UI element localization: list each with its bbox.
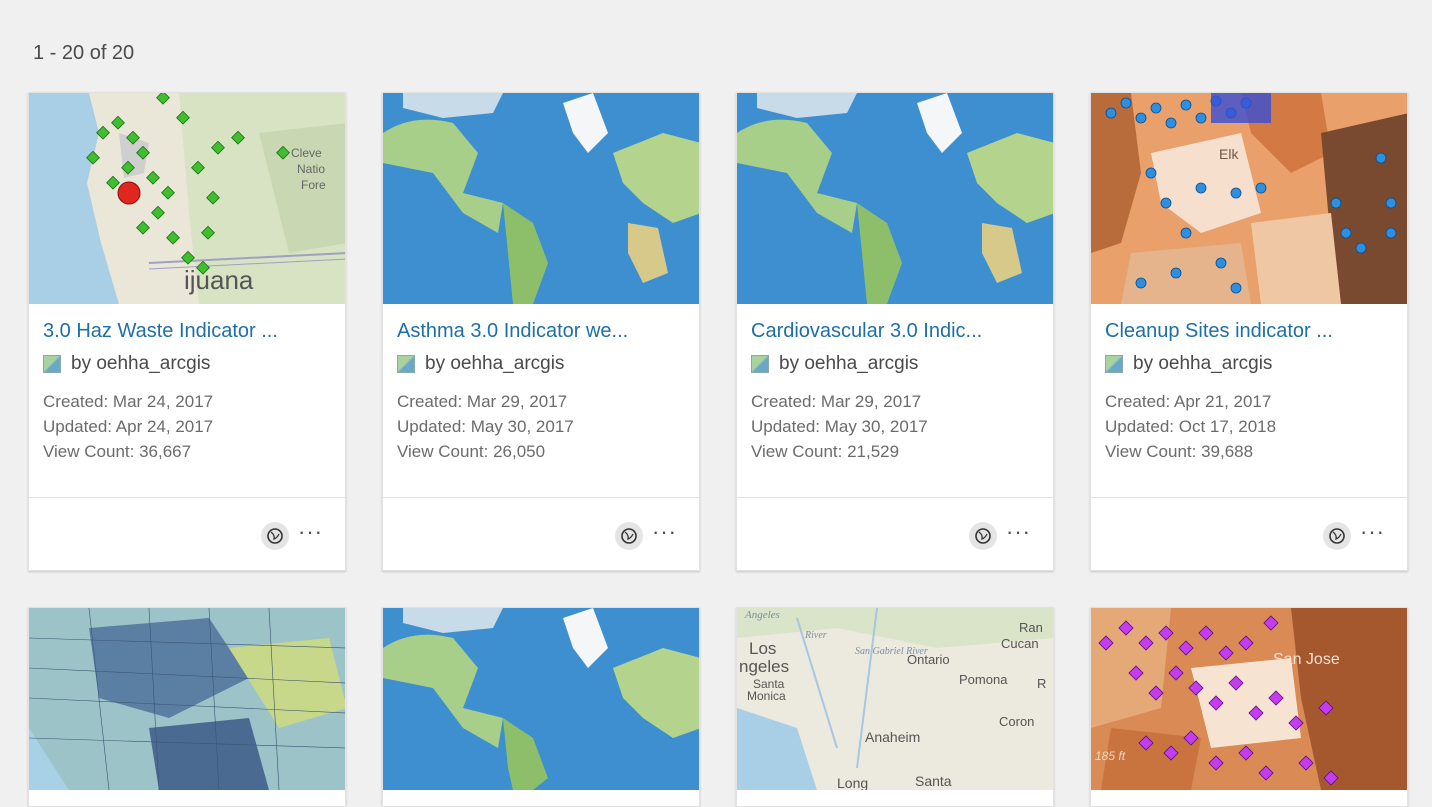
item-card — [28, 607, 346, 807]
web-map-icon[interactable] — [1323, 522, 1351, 550]
item-owner[interactable]: by oehha_arcgis — [779, 353, 918, 375]
item-thumbnail[interactable] — [383, 608, 699, 790]
updated-date: Updated: May 30, 2017 — [397, 417, 574, 436]
map-thumbnail-icon — [43, 355, 61, 373]
item-card: San Jose 185 ft — [1090, 607, 1408, 807]
created-date: Created: Mar 29, 2017 — [397, 392, 568, 411]
updated-date: Updated: Apr 24, 2017 — [43, 417, 214, 436]
item-thumbnail[interactable]: Elk — [1091, 93, 1407, 304]
thumb-label-angeles: Angeles — [744, 609, 780, 621]
more-options-icon[interactable]: ··· — [652, 520, 677, 544]
thumb-label-ngeles: ngeles — [739, 657, 789, 676]
web-map-icon[interactable] — [615, 522, 643, 550]
created-date: Created: Mar 24, 2017 — [43, 392, 214, 411]
thumb-label-monica: Monica — [747, 689, 786, 703]
item-thumbnail[interactable]: ijuana Cleve Natio Fore — [29, 93, 345, 304]
created-date: Created: Mar 29, 2017 — [751, 392, 922, 411]
thumb-label-elevation: 185 ft — [1095, 749, 1126, 763]
more-options-icon[interactable]: ··· — [1006, 520, 1031, 544]
item-thumbnail[interactable] — [737, 93, 1053, 304]
thumb-label-forest: Fore — [301, 178, 326, 192]
item-title[interactable]: Cleanup Sites indicator ... — [1105, 318, 1393, 344]
thumb-label-san-jose: San Jose — [1273, 651, 1340, 668]
view-count: View Count: 39,688 — [1105, 442, 1254, 461]
result-count: 1 - 20 of 20 — [33, 42, 135, 64]
item-card: Angeles River San Gabriel River Los ngel… — [736, 607, 1054, 807]
updated-date: Updated: Oct 17, 2018 — [1105, 417, 1277, 436]
item-title[interactable]: 3.0 Haz Waste Indicator ... — [43, 318, 331, 344]
thumb-label-coron: Coron — [999, 714, 1034, 729]
created-date: Created: Apr 21, 2017 — [1105, 392, 1272, 411]
thumb-label-ontario: Ontario — [907, 652, 950, 667]
view-count: View Count: 36,667 — [43, 442, 192, 461]
thumb-label-river: River — [804, 630, 827, 641]
item-card: Asthma 3.0 Indicator we... by oehha_arcg… — [382, 92, 700, 571]
map-thumbnail-icon — [397, 355, 415, 373]
item-owner[interactable]: by oehha_arcgis — [71, 353, 210, 375]
item-card: ijuana Cleve Natio Fore 3.0 Haz Waste In… — [28, 92, 346, 571]
item-card: Elk Cleanup Sites indicator ... by oehha… — [1090, 92, 1408, 571]
more-options-icon[interactable]: ··· — [1360, 520, 1385, 544]
map-thumbnail-icon — [751, 355, 769, 373]
item-owner[interactable]: by oehha_arcgis — [425, 353, 564, 375]
thumb-label-ran: Ran — [1019, 620, 1043, 635]
item-thumbnail[interactable]: Angeles River San Gabriel River Los ngel… — [737, 608, 1053, 790]
item-title[interactable]: Asthma 3.0 Indicator we... — [397, 318, 685, 344]
item-card — [382, 607, 700, 807]
item-thumbnail[interactable]: San Jose 185 ft — [1091, 608, 1407, 790]
view-count: View Count: 21,529 — [751, 442, 900, 461]
item-owner[interactable]: by oehha_arcgis — [1133, 353, 1272, 375]
thumb-label-los: Los — [749, 639, 776, 658]
thumb-label-national: Natio — [297, 162, 325, 176]
item-thumbnail[interactable] — [29, 608, 345, 790]
thumb-label-tijuana: ijuana — [184, 265, 254, 295]
view-count: View Count: 26,050 — [397, 442, 546, 461]
thumb-label-pomona: Pomona — [959, 672, 1008, 687]
thumb-label-cucan: Cucan — [1001, 636, 1039, 651]
thumb-label-r: R — [1037, 676, 1046, 691]
updated-date: Updated: May 30, 2017 — [751, 417, 928, 436]
thumb-label-santa-ana: Santa — [915, 773, 952, 789]
more-options-icon[interactable]: ··· — [298, 520, 323, 544]
thumb-label-elk: Elk — [1219, 146, 1239, 162]
thumb-label-cleveland: Cleve — [291, 146, 322, 160]
thumb-label-anaheim: Anaheim — [865, 729, 920, 745]
map-thumbnail-icon — [1105, 355, 1123, 373]
item-title[interactable]: Cardiovascular 3.0 Indic... — [751, 318, 1039, 344]
web-map-icon[interactable] — [261, 522, 289, 550]
item-card: Cardiovascular 3.0 Indic... by oehha_arc… — [736, 92, 1054, 571]
web-map-icon[interactable] — [969, 522, 997, 550]
thumb-label-long: Long — [837, 775, 868, 790]
item-thumbnail[interactable] — [383, 93, 699, 304]
